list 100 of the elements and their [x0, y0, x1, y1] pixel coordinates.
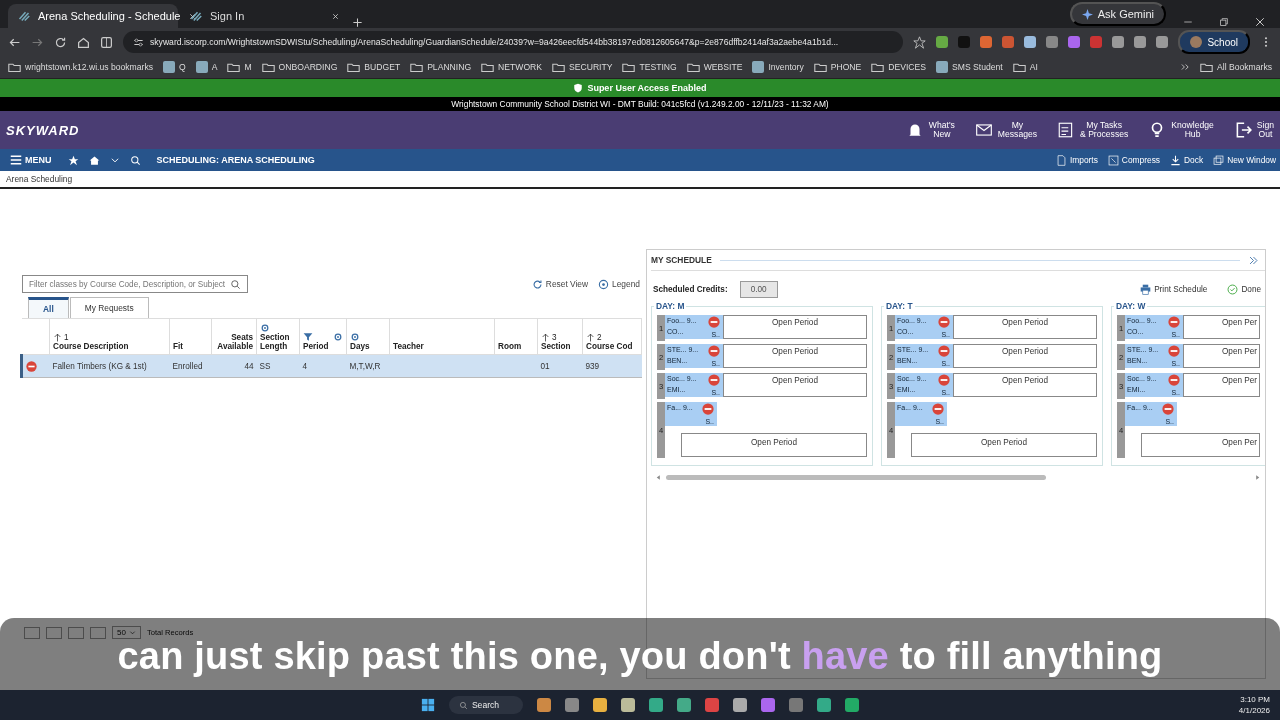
filter-field[interactable]: Filter classes by Course Code, Description, or Subject	[22, 275, 248, 293]
taskbar-app-icon[interactable]	[789, 698, 804, 712]
sparkle-icon	[1081, 8, 1093, 20]
taskbar-app-icon[interactable]	[817, 698, 832, 712]
extension-icon[interactable]	[1156, 36, 1169, 48]
star-icon	[67, 154, 79, 166]
browser-tab[interactable]: Sign In	[180, 4, 350, 28]
extension-icon[interactable]	[1134, 36, 1147, 48]
profile-button[interactable]: School	[1178, 30, 1250, 54]
menu-button[interactable]: MENU	[4, 153, 58, 167]
extension-icon[interactable]	[980, 36, 993, 48]
taskbar-app-icon[interactable]	[621, 698, 636, 712]
bookmark[interactable]: DEVICES	[888, 62, 927, 72]
extension-icon[interactable]	[1046, 36, 1059, 48]
taskbar-search[interactable]: Search	[448, 696, 524, 714]
scrollbar-thumb[interactable]	[666, 474, 1046, 480]
checklist-icon	[1057, 121, 1075, 139]
table-cell: Fallen Timbers (KG & 1st)	[52, 361, 147, 371]
ask-gemini-button[interactable]: Ask Gemini	[1069, 2, 1166, 26]
column-header[interactable]: Course Cod	[586, 342, 638, 351]
open-period-slot[interactable]: Open Period	[681, 433, 867, 457]
bookmark[interactable]: wrightstown.k12.wi.us bookmarks	[25, 62, 153, 72]
taskbar-app-icon[interactable]	[649, 698, 664, 712]
bookmark[interactable]: ONBOARDING	[278, 62, 338, 72]
open-period-slot[interactable]: Open Per	[1141, 433, 1260, 457]
column-header[interactable]: Course Description	[53, 342, 166, 351]
open-period-slot[interactable]: Open Period	[723, 315, 867, 339]
day-label: DAY: W	[1114, 301, 1148, 311]
scroll-left-icon	[655, 473, 662, 481]
extension-icon[interactable]	[1002, 36, 1015, 48]
column-header[interactable]: Section	[541, 342, 579, 351]
bookmark[interactable]: SMS Student	[952, 62, 1003, 72]
taskbar-app-icon[interactable]	[537, 698, 552, 712]
taskbar-app-icon[interactable]	[593, 698, 608, 712]
page-size-select[interactable]: 50	[112, 626, 141, 639]
filter-tab[interactable]: My Requests	[69, 297, 149, 318]
search-icon	[458, 700, 468, 710]
toolbar-action[interactable]: Compress	[1107, 154, 1161, 166]
bookmark[interactable]: All Bookmarks	[1217, 62, 1272, 72]
toolbar-action[interactable]: Dock	[1170, 154, 1204, 166]
bookmark[interactable]: M	[244, 62, 252, 72]
remove-icon	[702, 403, 714, 415]
filter-tab[interactable]: All	[28, 297, 69, 318]
open-period-slot[interactable]: Open Per	[1183, 373, 1260, 397]
bookmark[interactable]: BUDGET	[364, 62, 401, 72]
remove-icon	[1168, 374, 1180, 386]
open-period-slot[interactable]: Open Period	[723, 373, 867, 397]
print-schedule-button[interactable]: Print Schedule	[1136, 284, 1212, 295]
bookmark[interactable]: A	[211, 62, 218, 72]
sort-arrow-icon	[541, 332, 550, 342]
bookmark[interactable]: PLANNING	[427, 62, 472, 72]
open-period-slot[interactable]: Open Period	[911, 433, 1097, 457]
remove-icon	[1162, 403, 1174, 415]
extension-icon[interactable]	[1024, 36, 1037, 48]
extension-icon[interactable]	[1112, 36, 1125, 48]
taskbar-app-icon[interactable]	[761, 698, 776, 712]
reset-view-button[interactable]: Reset View	[531, 278, 589, 290]
bookmark[interactable]: PHONE	[830, 62, 862, 72]
legend-button[interactable]: Legend	[598, 278, 640, 290]
column-header[interactable]: Fit	[173, 342, 208, 351]
table-cell: 01	[540, 361, 550, 371]
toolbar-action[interactable]: New Window	[1213, 154, 1276, 166]
open-period-slot[interactable]: Open Per	[1183, 315, 1260, 339]
taskbar-app-icon[interactable]	[845, 698, 860, 712]
open-period-slot[interactable]: Open Period	[723, 344, 867, 368]
open-period-slot[interactable]: Open Period	[953, 344, 1097, 368]
table-cell: 44	[244, 361, 254, 371]
open-period-slot[interactable]: Open Period	[953, 373, 1097, 397]
open-period-slot[interactable]: Open Period	[953, 315, 1097, 339]
taskbar-app-icon[interactable]	[677, 698, 692, 712]
column-header[interactable]: Days	[350, 342, 386, 351]
address-bar[interactable]: skyward.iscorp.com/WrightstownSDWIStu/Scheduling/ArenaScheduling/GuardianSchedule/24039?w=9a426eecfd544bb38197ed0812605647&p=2e876dffb2414af3a2aebe4a1b1d...	[123, 31, 904, 53]
bookmark[interactable]: WEBSITE	[703, 62, 743, 72]
extension-icon[interactable]	[1068, 36, 1081, 48]
bookmark[interactable]: NETWORK	[498, 62, 542, 72]
credits-label: Scheduled Credits:	[653, 285, 728, 294]
day-label: DAY: M	[654, 301, 687, 311]
header-link[interactable]: Sign Out	[1233, 121, 1274, 139]
bookmark[interactable]: Inventory	[768, 62, 804, 72]
header-link[interactable]: Knowledge Hub	[1148, 121, 1214, 139]
taskbar-app-icon[interactable]	[733, 698, 748, 712]
taskbar-app-icon[interactable]	[705, 698, 720, 712]
open-period-slot[interactable]: Open Per	[1183, 344, 1260, 368]
column-header[interactable]: Room	[498, 342, 534, 351]
bookmark[interactable]: SECURITY	[569, 62, 613, 72]
skyward-icon	[190, 10, 202, 22]
compress-icon	[1107, 154, 1119, 166]
bookmark[interactable]: Q	[179, 62, 186, 72]
extension-icon[interactable]	[936, 36, 949, 48]
toolbar-action[interactable]: Imports	[1055, 154, 1098, 166]
breadcrumb[interactable]: Arena Scheduling	[6, 174, 73, 184]
header-link[interactable]: My Tasks & Processes	[1057, 121, 1129, 139]
bookmark[interactable]: TESTING	[639, 62, 677, 72]
taskbar-app-icon[interactable]	[565, 698, 580, 712]
refresh-icon	[531, 278, 543, 290]
header-link[interactable]: What's New	[905, 121, 955, 139]
done-button[interactable]: Done	[1223, 284, 1265, 295]
header-link[interactable]: My Messages	[974, 121, 1037, 139]
panel-title: MY SCHEDULE	[651, 255, 712, 265]
bookmark[interactable]: AI	[1029, 62, 1038, 72]
